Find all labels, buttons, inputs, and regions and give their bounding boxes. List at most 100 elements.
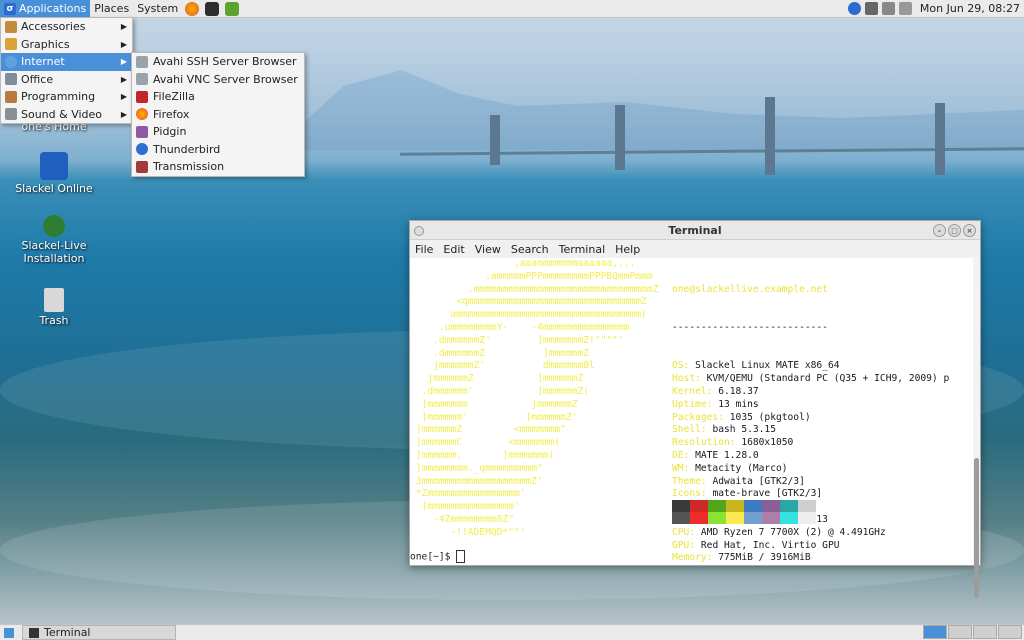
menu-item-internet[interactable]: Internet ▶ xyxy=(1,53,132,71)
terminal-window: Terminal – □ × File Edit View Search Ter… xyxy=(409,220,981,598)
trash-icon xyxy=(44,288,64,312)
logo-line: -!!ADEMQD*""' xyxy=(410,526,526,538)
submenu-item-firefox[interactable]: Firefox xyxy=(132,106,304,124)
info-key: OS: xyxy=(672,360,696,372)
graphics-icon xyxy=(5,38,17,51)
office-icon xyxy=(5,73,17,86)
terminal-output[interactable]: ,aaammmmmmmaaaaaa,.,. .ammmmmPPPmmmmmmmm… xyxy=(410,258,972,565)
info-key: Resolution: xyxy=(672,437,742,449)
info-value: 775MiB / 3916MiB xyxy=(718,552,811,564)
menu-edit[interactable]: Edit xyxy=(443,243,464,256)
info-line: Memory: 775MiB / 3916MiB xyxy=(672,552,949,565)
system-tray: Mon Jun 29, 08:27 xyxy=(847,0,1024,17)
workspace-3[interactable] xyxy=(973,625,997,639)
submenu-item-label: Pidgin xyxy=(153,125,187,139)
logo-line: <qmmmmmmmmmmmmmmmmmmmmmmmmmmmmmmZ xyxy=(410,296,647,308)
info-line: Resolution: 1680x1050 xyxy=(672,437,949,450)
logo-line: ]mmmmmmC <mmmmmmm( xyxy=(410,437,561,449)
terminal-scrollbar[interactable] xyxy=(973,258,980,598)
install-icon xyxy=(43,215,65,237)
info-value: 6.18.37 xyxy=(718,385,759,397)
avahi-vnc-icon xyxy=(136,73,148,86)
info-value: 1680x1050 xyxy=(741,437,794,449)
internet-submenu: Avahi SSH Server Browser Avahi VNC Serve… xyxy=(131,52,305,177)
volume-icon[interactable] xyxy=(881,2,895,15)
menu-item-label: Accessories xyxy=(21,20,86,34)
menu-item-office[interactable]: Office ▶ xyxy=(1,71,132,89)
terminal-icon xyxy=(29,627,39,638)
menu-help[interactable]: Help xyxy=(615,243,640,256)
app-logo-icon: σ xyxy=(4,2,16,15)
desktop-trash-icon[interactable]: Trash xyxy=(9,288,99,327)
system-menu-button[interactable]: System xyxy=(133,0,182,17)
submenu-item-avahi-ssh[interactable]: Avahi SSH Server Browser xyxy=(132,53,304,71)
scrollbar-thumb[interactable] xyxy=(974,458,979,598)
submenu-item-label: Firefox xyxy=(153,107,190,121)
show-desktop-icon[interactable] xyxy=(4,627,14,638)
network-icon[interactable] xyxy=(864,2,878,15)
menu-file[interactable]: File xyxy=(415,243,433,256)
desktop-slackel-online-icon[interactable]: Slackel Online xyxy=(9,152,99,195)
submenu-item-transmission[interactable]: Transmission xyxy=(132,158,304,176)
logo-line: ]mmmmmm. ]mmmmmmm( xyxy=(410,449,555,461)
hp-icon[interactable] xyxy=(847,2,861,15)
menu-item-programming[interactable]: Programming ▶ xyxy=(1,88,132,106)
submenu-arrow-icon: ▶ xyxy=(120,39,127,49)
taskbar-terminal-button[interactable]: Terminal xyxy=(22,625,176,640)
info-value: KVM/QEMU (Standard PC (Q35 + ICH9, 2009)… xyxy=(706,373,950,385)
menu-terminal[interactable]: Terminal xyxy=(559,243,606,256)
bridge-pylon xyxy=(765,97,775,175)
info-key: Kernel: xyxy=(672,385,719,397)
applications-menu-button[interactable]: σ Applications xyxy=(0,0,91,17)
color-swatch xyxy=(780,512,798,524)
menu-item-sound-video[interactable]: Sound & Video ▶ xyxy=(1,106,132,124)
color-swatch xyxy=(762,512,780,524)
submenu-item-avahi-vnc[interactable]: Avahi VNC Server Browser xyxy=(132,71,304,89)
places-menu-button[interactable]: Places xyxy=(90,0,133,17)
desktop-slackel-live-icon[interactable]: Slackel-Live Installation xyxy=(9,215,99,265)
submenu-item-label: FileZilla xyxy=(153,90,195,104)
submenu-item-label: Avahi SSH Server Browser xyxy=(153,55,297,69)
workspace-1[interactable] xyxy=(923,625,947,639)
workspace-4[interactable] xyxy=(998,625,1022,639)
terminal-titlebar[interactable]: Terminal – □ × xyxy=(410,221,980,240)
workspace-2[interactable] xyxy=(948,625,972,639)
info-line: Theme: Adwaita [GTK2/3] xyxy=(672,476,949,489)
clock[interactable]: Mon Jun 29, 08:27 xyxy=(920,2,1020,15)
close-icon[interactable]: × xyxy=(963,224,976,237)
logo-line: ,aaammmmmmmaaaaaa,.,. xyxy=(410,258,636,269)
minimize-icon[interactable]: – xyxy=(933,224,946,237)
logo-line: ]mmmmmmm jmmmmmmZ xyxy=(410,398,578,410)
trash-label: Trash xyxy=(39,314,69,327)
transmission-icon xyxy=(136,160,148,173)
window-menu-icon[interactable] xyxy=(414,226,424,236)
info-key: GPU: xyxy=(672,539,701,551)
updates-icon[interactable] xyxy=(898,2,912,15)
menu-item-graphics[interactable]: Graphics ▶ xyxy=(1,36,132,54)
info-line: Kernel: 6.18.37 xyxy=(672,386,949,399)
submenu-item-pidgin[interactable]: Pidgin xyxy=(132,123,304,141)
accessories-icon xyxy=(5,20,17,33)
terminal-icon[interactable] xyxy=(205,1,220,16)
firefox-icon[interactable] xyxy=(185,1,200,16)
submenu-item-thunderbird[interactable]: Thunderbird xyxy=(132,141,304,159)
text-editor-icon[interactable] xyxy=(225,1,240,16)
menu-view[interactable]: View xyxy=(475,243,501,256)
menu-item-accessories[interactable]: Accessories ▶ xyxy=(1,18,132,36)
color-swatch xyxy=(762,500,780,512)
color-swatch xyxy=(708,512,726,524)
submenu-arrow-icon: ▶ xyxy=(120,109,127,119)
pidgin-icon xyxy=(136,125,148,138)
menu-search[interactable]: Search xyxy=(511,243,549,256)
neofetch-logo: ,aaammmmmmmaaaaaa,.,. .ammmmmPPPmmmmmmmm… xyxy=(410,258,659,540)
logo-line: .ammmmmPPPmmmmmmmmPPPBQmmPmmm xyxy=(410,270,653,282)
info-value: Red Hat, Inc. Virtio GPU xyxy=(700,539,840,551)
logo-line: jmmmmmmZ ]mmmmmmZ xyxy=(410,373,584,385)
submenu-item-label: Thunderbird xyxy=(153,142,221,156)
submenu-item-filezilla[interactable]: FileZilla xyxy=(132,88,304,106)
logo-line: -4Zmmmmmmmm8Z" xyxy=(410,513,514,525)
text-cursor xyxy=(456,550,466,563)
logo-line: .dmmmmmmZ ]mmmmmmZ xyxy=(410,347,590,359)
maximize-icon[interactable]: □ xyxy=(948,224,961,237)
shell-prompt[interactable]: one[~]$ xyxy=(410,550,466,564)
